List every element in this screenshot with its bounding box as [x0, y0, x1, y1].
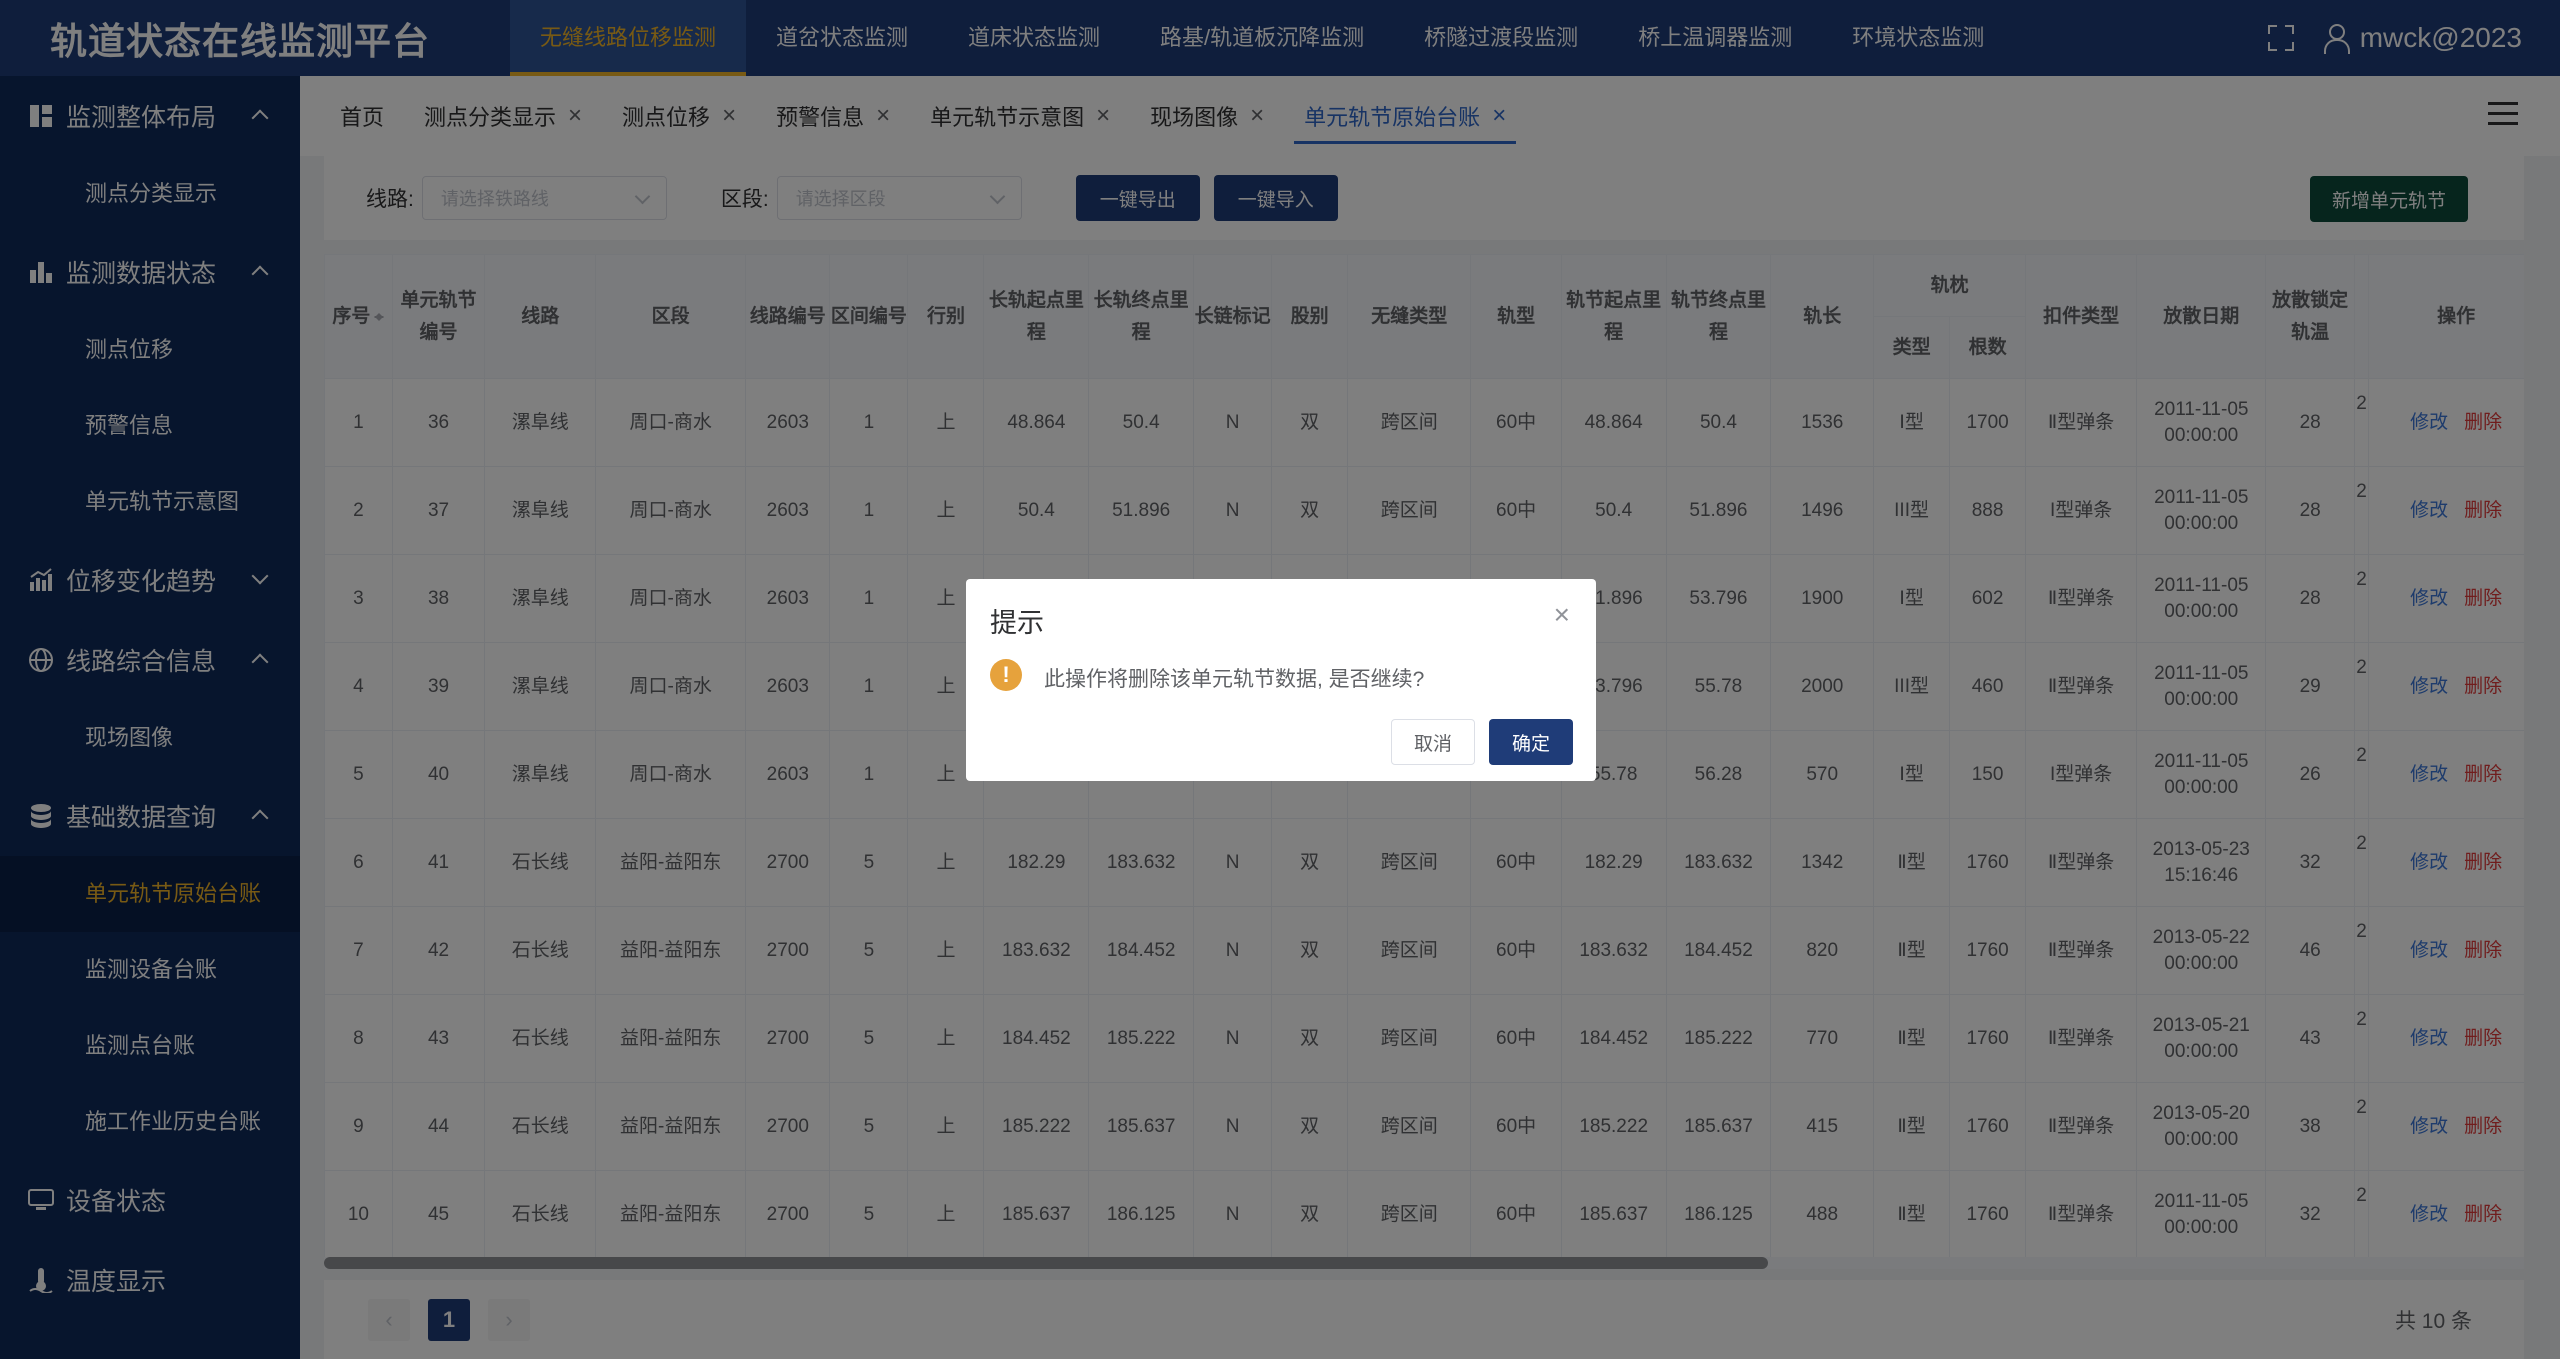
confirm-button[interactable]: 确定 [1489, 719, 1573, 765]
dialog-message: 此操作将删除该单元轨节数据, 是否继续? [1044, 668, 1425, 691]
dialog-title: 提示 [990, 608, 1044, 638]
close-icon[interactable]: × [1554, 599, 1570, 631]
confirm-dialog: 提示 × ! 此操作将删除该单元轨节数据, 是否继续? 取消 确定 [966, 579, 1596, 781]
warning-icon: ! [990, 659, 1022, 691]
cancel-button[interactable]: 取消 [1391, 719, 1475, 765]
